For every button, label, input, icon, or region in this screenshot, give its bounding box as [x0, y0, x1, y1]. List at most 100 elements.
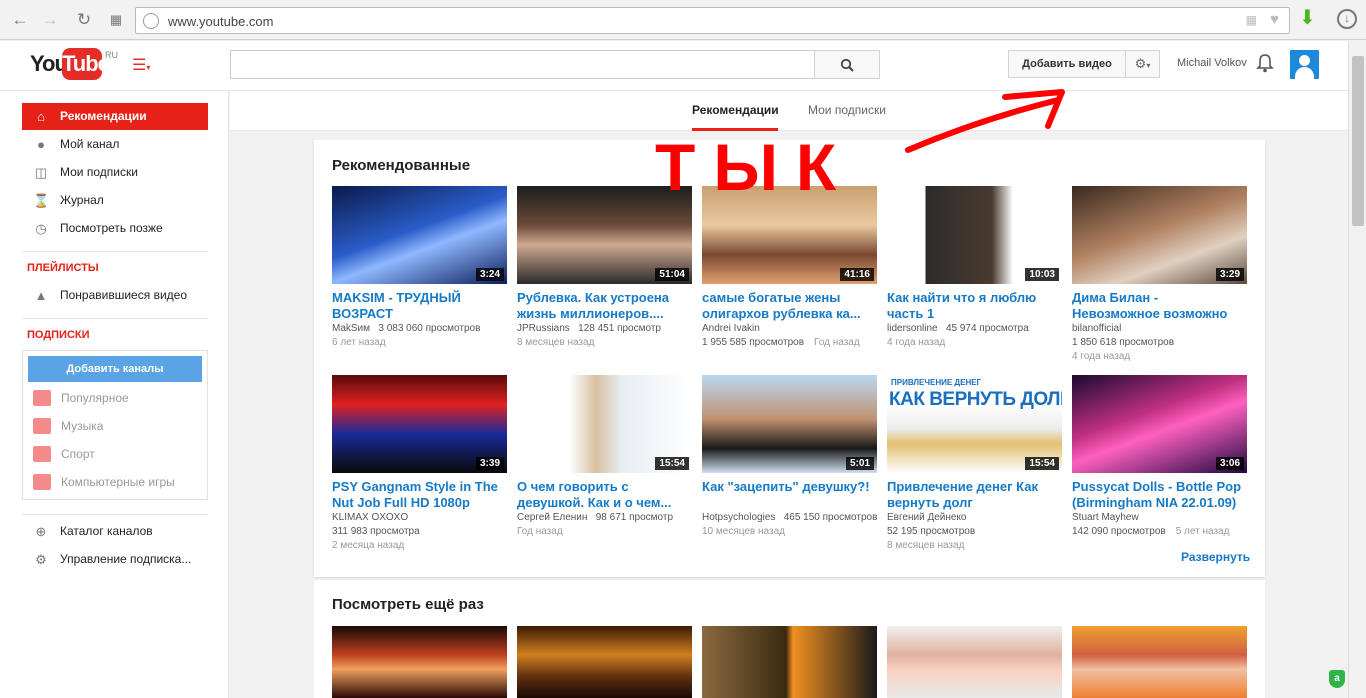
add-channels-button[interactable]: Добавить каналы: [28, 356, 202, 382]
suggestion-sport[interactable]: Спорт: [28, 444, 95, 464]
section-title[interactable]: Посмотреть ещё раз: [332, 596, 484, 613]
video-channel[interactable]: lidersonline: [887, 323, 938, 334]
rewatch-thumbnail[interactable]: [702, 626, 877, 698]
playlists-heading[interactable]: ПЛЕЙЛИСТЫ: [27, 262, 99, 274]
sidebar-item-my-channel[interactable]: ● Мой канал: [22, 131, 208, 158]
video-views: 465 150 просмотров: [783, 512, 877, 523]
sidebar-item-manage-subscriptions[interactable]: ⚙ Управление подписка...: [22, 546, 208, 573]
video-tile[interactable]: 15:54 О чем говорить с девушкой. Как и о …: [517, 375, 692, 539]
video-title[interactable]: О чем говорить с девушкой. Как и о чем..…: [517, 479, 692, 511]
video-views: 128 451 просмотр: [578, 323, 661, 334]
video-thumbnail[interactable]: 15:54: [517, 375, 692, 473]
plus-circle-icon: ⊕: [35, 524, 47, 539]
video-duration: 5:01: [845, 457, 874, 470]
video-thumbnail[interactable]: ПРИВЛЕЧЕНИЕ ДЕНЕГ КАК ВЕРНУТЬ ДОЛГ 15:54: [887, 375, 1062, 473]
sidebar-item-recommended[interactable]: ⌂ Рекомендации: [22, 103, 208, 130]
video-tile[interactable]: 3:39 PSY Gangnam Style in The Nut Job Ful…: [332, 375, 507, 553]
settings-gear-icon[interactable]: ⚙▾: [1125, 50, 1160, 78]
suggestion-games[interactable]: Компьютерные игры: [28, 472, 175, 492]
video-tile[interactable]: 51:04 Рублевка. Как устроена жизнь миллио…: [517, 186, 692, 350]
search-icon: [840, 58, 854, 72]
rewatch-thumbnail[interactable]: [1072, 626, 1247, 698]
video-tile[interactable]: 5:01 Как "зацепить" девушку?! Hotpsycholog…: [702, 375, 877, 539]
video-title[interactable]: Как найти что я люблю часть 1: [887, 290, 1062, 322]
video-age: 8 месяцев назад: [517, 337, 595, 348]
globe-icon: [143, 13, 159, 29]
tab-my-subscriptions[interactable]: Мои подписки: [808, 103, 886, 117]
video-thumbnail[interactable]: 3:39: [332, 375, 507, 473]
sidebar-item-history[interactable]: ⌛ Журнал: [22, 187, 208, 214]
rewatch-thumbnail[interactable]: [332, 626, 507, 698]
rewatch-thumbnail[interactable]: [517, 626, 692, 698]
video-thumbnail[interactable]: 3:06: [1072, 375, 1247, 473]
scrollbar-thumb[interactable]: [1352, 56, 1364, 226]
video-tile[interactable]: ПРИВЛЕЧЕНИЕ ДЕНЕГ КАК ВЕРНУТЬ ДОЛГ 15:54 Пр…: [887, 375, 1062, 553]
video-title[interactable]: MAKSIM - ТРУДНЫЙ ВОЗРАСТ: [332, 290, 507, 322]
video-title[interactable]: Дима Билан - Невозможное возможно: [1072, 290, 1247, 322]
forward-icon[interactable]: →: [39, 9, 61, 31]
reload-icon[interactable]: ↻: [73, 9, 95, 31]
upload-video-button[interactable]: Добавить видео: [1008, 50, 1126, 78]
sidebar-item-liked[interactable]: ▲ Понравившиеся видео: [22, 282, 208, 309]
video-title[interactable]: Рублевка. Как устроена жизнь миллионеров…: [517, 290, 692, 322]
shield-icon[interactable]: a: [1329, 670, 1345, 688]
search-input[interactable]: [230, 50, 815, 79]
video-thumbnail[interactable]: 10:03: [887, 186, 1062, 284]
apps-grid-icon[interactable]: ▦: [105, 9, 127, 31]
sidebar-item-channel-catalog[interactable]: ⊕ Каталог каналов: [22, 518, 208, 545]
suggestion-popular[interactable]: Популярное: [28, 388, 129, 408]
subscriptions-heading[interactable]: ПОДПИСКИ: [27, 329, 90, 341]
user-circle-icon: ●: [37, 137, 45, 152]
video-channel[interactable]: Сергей Еленин: [517, 512, 587, 523]
download-green-icon[interactable]: ⬇: [1299, 7, 1319, 29]
video-duration: 3:29: [1215, 268, 1244, 281]
video-thumbnail[interactable]: 51:04: [517, 186, 692, 284]
video-channel[interactable]: MakSим: [332, 323, 370, 334]
video-thumbnail[interactable]: 3:24: [332, 186, 507, 284]
video-title[interactable]: самые богатые жены олигархов рублевка ка…: [702, 290, 877, 322]
sidebar-item-watch-later[interactable]: ◷ Посмотреть позже: [22, 215, 208, 242]
video-title[interactable]: Как "зацепить" девушку?!: [702, 479, 877, 511]
video-tile[interactable]: 3:29 Дима Билан - Невозможное возможно bil…: [1072, 186, 1247, 364]
video-channel[interactable]: Hotpsychologies: [702, 512, 775, 523]
tab-recommended[interactable]: Рекомендации: [692, 103, 779, 117]
video-thumbnail[interactable]: 41:16: [702, 186, 877, 284]
sidebar-item-label: Посмотреть позже: [60, 221, 163, 235]
avatar[interactable]: [1290, 50, 1319, 79]
video-channel[interactable]: KLIMAX OXOXO: [332, 512, 408, 523]
search-button[interactable]: [814, 50, 880, 79]
download-manager-icon[interactable]: ↓: [1337, 9, 1357, 29]
grid-icon[interactable]: ▦: [1246, 13, 1257, 27]
user-name[interactable]: Michail Volkov: [1177, 57, 1247, 69]
rewatch-thumbnail[interactable]: [887, 626, 1062, 698]
video-thumbnail[interactable]: 5:01: [702, 375, 877, 473]
video-title[interactable]: Pussycat Dolls - Bottle Pop (Birmingham …: [1072, 479, 1247, 511]
video-tile[interactable]: 10:03 Как найти что я люблю часть 1 liders…: [887, 186, 1062, 350]
heart-icon[interactable]: ♥: [1270, 11, 1279, 28]
sidebar-item-label: Управление подписка...: [60, 552, 192, 566]
video-title[interactable]: PSY Gangnam Style in The Nut Job Full HD…: [332, 479, 507, 511]
video-channel[interactable]: Stuart Mayhew: [1072, 512, 1139, 523]
sidebar-item-label: Каталог каналов: [60, 524, 153, 538]
video-tile[interactable]: 41:16 самые богатые жены олигархов рублев…: [702, 186, 877, 350]
guide-menu-icon[interactable]: ☰▾: [132, 58, 150, 75]
video-tile[interactable]: 3:06 Pussycat Dolls - Bottle Pop (Birming…: [1072, 375, 1247, 539]
video-channel[interactable]: bilanofficial: [1072, 323, 1121, 334]
video-channel[interactable]: JPRussians: [517, 323, 570, 334]
section-title[interactable]: Рекомендованные: [332, 157, 470, 174]
video-views: 3 083 060 просмотров: [378, 323, 481, 334]
sidebar-item-subscriptions[interactable]: ◫ Мои подписки: [22, 159, 208, 186]
video-thumbnail[interactable]: 3:29: [1072, 186, 1247, 284]
video-tile[interactable]: 3:24 MAKSIM - ТРУДНЫЙ ВОЗРАСТ MakSим 3 083…: [332, 186, 507, 350]
video-channel[interactable]: Евгений Дейнеко: [887, 512, 967, 523]
sidebar-item-label: Понравившиеся видео: [60, 288, 187, 302]
video-channel[interactable]: Andrei Ivakin: [702, 323, 760, 334]
logo-tube-text: Tube: [62, 48, 110, 80]
page-scrollbar[interactable]: [1348, 41, 1366, 698]
back-icon[interactable]: ←: [9, 9, 31, 31]
suggestion-music[interactable]: Музыка: [28, 416, 103, 436]
notifications-bell-icon[interactable]: [1256, 53, 1274, 78]
address-bar[interactable]: www.youtube.com ♥ ▦: [135, 7, 1290, 34]
video-title[interactable]: Привлечение денег Как вернуть долг: [887, 479, 1062, 511]
expand-link[interactable]: Развернуть: [1181, 550, 1250, 564]
